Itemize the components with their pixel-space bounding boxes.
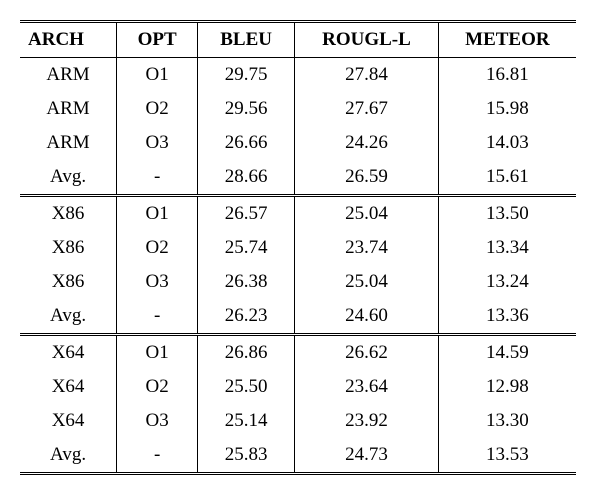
- table-row: ARM O3 26.66 24.26 14.03: [20, 126, 576, 160]
- col-arch: ARCH: [20, 22, 117, 58]
- cell-opt: O1: [117, 196, 198, 232]
- cell-bleu: 26.86: [198, 335, 295, 371]
- table-row: Avg. - 28.66 26.59 15.61: [20, 160, 576, 196]
- cell-opt: -: [117, 160, 198, 196]
- cell-opt: O1: [117, 58, 198, 93]
- cell-bleu: 25.14: [198, 404, 295, 438]
- cell-arch: Avg.: [20, 160, 117, 196]
- cell-arch: X64: [20, 404, 117, 438]
- cell-arch: ARM: [20, 92, 117, 126]
- table-row: X86 O1 26.57 25.04 13.50: [20, 196, 576, 232]
- cell-meteor: 16.81: [438, 58, 576, 93]
- cell-rougl: 24.26: [295, 126, 439, 160]
- cell-opt: O1: [117, 335, 198, 371]
- cell-opt: O2: [117, 231, 198, 265]
- cell-rougl: 24.60: [295, 299, 439, 335]
- cell-meteor: 14.03: [438, 126, 576, 160]
- table-row: ARM O2 29.56 27.67 15.98: [20, 92, 576, 126]
- table-row: X64 O2 25.50 23.64 12.98: [20, 370, 576, 404]
- cell-bleu: 28.66: [198, 160, 295, 196]
- table-row: Avg. - 26.23 24.60 13.36: [20, 299, 576, 335]
- cell-bleu: 26.38: [198, 265, 295, 299]
- results-table: ARCH OPT BLEU ROUGL-L METEOR ARM O1 29.7…: [20, 20, 576, 475]
- cell-rougl: 25.04: [295, 196, 439, 232]
- cell-rougl: 23.74: [295, 231, 439, 265]
- table-row: Avg. - 25.83 24.73 13.53: [20, 438, 576, 474]
- cell-meteor: 13.53: [438, 438, 576, 474]
- cell-bleu: 26.57: [198, 196, 295, 232]
- col-bleu: BLEU: [198, 22, 295, 58]
- cell-arch: Avg.: [20, 438, 117, 474]
- cell-rougl: 23.64: [295, 370, 439, 404]
- cell-rougl: 25.04: [295, 265, 439, 299]
- cell-meteor: 15.98: [438, 92, 576, 126]
- cell-meteor: 13.30: [438, 404, 576, 438]
- cell-opt: -: [117, 299, 198, 335]
- cell-arch: X86: [20, 231, 117, 265]
- cell-arch: X86: [20, 265, 117, 299]
- cell-meteor: 13.50: [438, 196, 576, 232]
- cell-bleu: 29.56: [198, 92, 295, 126]
- col-rougl: ROUGL-L: [295, 22, 439, 58]
- table-row: X64 O1 26.86 26.62 14.59: [20, 335, 576, 371]
- table-row: X64 O3 25.14 23.92 13.30: [20, 404, 576, 438]
- table-row: X86 O3 26.38 25.04 13.24: [20, 265, 576, 299]
- cell-opt: O2: [117, 92, 198, 126]
- table-body: ARM O1 29.75 27.84 16.81 ARM O2 29.56 27…: [20, 58, 576, 474]
- cell-meteor: 13.24: [438, 265, 576, 299]
- cell-rougl: 26.62: [295, 335, 439, 371]
- cell-opt: -: [117, 438, 198, 474]
- cell-opt: O3: [117, 126, 198, 160]
- cell-bleu: 25.83: [198, 438, 295, 474]
- cell-arch: ARM: [20, 126, 117, 160]
- col-meteor: METEOR: [438, 22, 576, 58]
- cell-rougl: 23.92: [295, 404, 439, 438]
- cell-meteor: 13.34: [438, 231, 576, 265]
- cell-arch: X64: [20, 370, 117, 404]
- cell-meteor: 14.59: [438, 335, 576, 371]
- cell-opt: O2: [117, 370, 198, 404]
- cell-bleu: 26.66: [198, 126, 295, 160]
- cell-rougl: 24.73: [295, 438, 439, 474]
- cell-bleu: 26.23: [198, 299, 295, 335]
- table-row: ARM O1 29.75 27.84 16.81: [20, 58, 576, 93]
- cell-rougl: 26.59: [295, 160, 439, 196]
- cell-meteor: 15.61: [438, 160, 576, 196]
- table-row: X86 O2 25.74 23.74 13.34: [20, 231, 576, 265]
- cell-arch: X64: [20, 335, 117, 371]
- cell-arch: ARM: [20, 58, 117, 93]
- cell-meteor: 13.36: [438, 299, 576, 335]
- cell-arch: Avg.: [20, 299, 117, 335]
- header-row: ARCH OPT BLEU ROUGL-L METEOR: [20, 22, 576, 58]
- cell-bleu: 25.50: [198, 370, 295, 404]
- col-opt: OPT: [117, 22, 198, 58]
- cell-meteor: 12.98: [438, 370, 576, 404]
- cell-bleu: 29.75: [198, 58, 295, 93]
- cell-bleu: 25.74: [198, 231, 295, 265]
- cell-rougl: 27.67: [295, 92, 439, 126]
- cell-rougl: 27.84: [295, 58, 439, 93]
- cell-arch: X86: [20, 196, 117, 232]
- cell-opt: O3: [117, 265, 198, 299]
- cell-opt: O3: [117, 404, 198, 438]
